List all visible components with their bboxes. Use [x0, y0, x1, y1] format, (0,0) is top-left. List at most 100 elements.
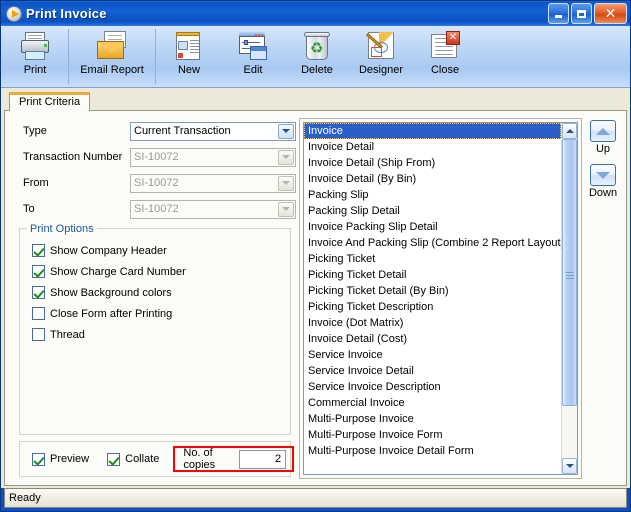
checkbox-row-thread[interactable]: Thread: [32, 324, 290, 345]
copies-highlight-box: No. of copies 2: [173, 446, 295, 472]
checkbox-row-show-background-colors[interactable]: Show Background colors: [32, 282, 290, 303]
print-options-title: Print Options: [27, 223, 97, 235]
field-row-to: To SI-10072: [11, 196, 296, 222]
report-list-item[interactable]: Commercial Invoice: [304, 395, 561, 411]
report-list-item[interactable]: Picking Ticket Description: [304, 299, 561, 315]
report-list-item[interactable]: Invoice And Packing Slip (Combine 2 Repo…: [304, 235, 561, 251]
checkbox-show-background-colors[interactable]: [32, 286, 45, 299]
report-list-item[interactable]: Invoice: [304, 123, 561, 139]
combo-transaction-number-value: SI-10072: [134, 151, 179, 163]
label-no-of-copies: No. of copies: [183, 447, 216, 471]
report-list-item[interactable]: Picking Ticket Detail: [304, 267, 561, 283]
tab-strip: Print Criteria: [4, 92, 627, 111]
report-list-item[interactable]: Multi-Purpose Invoice Detail Form: [304, 443, 561, 459]
report-list-scrollbar[interactable]: [561, 123, 577, 474]
tab-print-criteria[interactable]: Print Criteria: [9, 92, 91, 111]
report-list-item[interactable]: Invoice (Dot Matrix): [304, 315, 561, 331]
report-list-items[interactable]: Invoice Invoice Detail Invoice Detail (Shi…: [304, 123, 561, 474]
checkbox-row-show-company-header[interactable]: Show Company Header: [32, 240, 290, 261]
combo-type[interactable]: Current Transaction: [130, 121, 296, 141]
checkbox-show-charge-card-number[interactable]: [32, 265, 45, 278]
checkbox-close-form-after-printing[interactable]: [32, 307, 45, 320]
checkbox-preview[interactable]: [32, 452, 45, 466]
report-list-item[interactable]: Packing Slip Detail: [304, 203, 561, 219]
report-selection-panel: Invoice Invoice Detail Invoice Detail (Shi…: [296, 118, 620, 479]
scrollbar-track[interactable]: [562, 139, 577, 458]
designer-pencil-icon: [365, 30, 397, 62]
close-button[interactable]: ✕: [594, 3, 627, 24]
checkbox-row-collate[interactable]: Collate: [107, 449, 159, 470]
report-list-item[interactable]: Service Invoice Description: [304, 379, 561, 395]
report-list-item[interactable]: Picking Ticket Detail (By Bin): [304, 283, 561, 299]
label-from: From: [23, 177, 49, 189]
label-close-form-after-printing: Close Form after Printing: [50, 307, 173, 320]
report-list-item[interactable]: Invoice Detail: [304, 139, 561, 155]
label-show-charge-card-number: Show Charge Card Number: [50, 265, 186, 278]
report-list-item[interactable]: Invoice Detail (By Bin): [304, 171, 561, 187]
field-row-from: From SI-10072: [11, 170, 296, 196]
input-no-of-copies[interactable]: 2: [239, 449, 287, 469]
report-list-item[interactable]: Multi-Purpose Invoice Form: [304, 427, 561, 443]
arrow-down-icon: [596, 171, 610, 179]
report-list-item[interactable]: Packing Slip: [304, 187, 561, 203]
maximize-button[interactable]: [571, 3, 592, 24]
toolbar-button-email-report[interactable]: Email Report: [70, 26, 154, 87]
report-list-item[interactable]: Picking Ticket: [304, 251, 561, 267]
checkbox-thread[interactable]: [32, 328, 45, 341]
label-collate: Collate: [125, 453, 160, 465]
report-listbox[interactable]: Invoice Invoice Detail Invoice Detail (Shi…: [303, 122, 578, 475]
output-options-group: Preview Collate No. of copies 2: [19, 441, 295, 477]
chevron-down-icon: [278, 201, 294, 217]
combo-from-value: SI-10072: [134, 177, 179, 189]
move-up-button[interactable]: [590, 120, 616, 142]
toolbar: Print Email Report New Edit ♻ Delete Des…: [1, 26, 630, 88]
label-thread: Thread: [50, 328, 85, 341]
status-bar: Ready: [4, 488, 627, 508]
window-title: Print Invoice: [26, 6, 107, 21]
toolbar-button-close[interactable]: ✕ Close: [413, 26, 477, 87]
minimize-button[interactable]: [548, 3, 569, 24]
maximize-icon: [577, 9, 586, 18]
checkbox-show-company-header[interactable]: [32, 244, 45, 257]
chevron-down-icon: [278, 175, 294, 191]
move-down-button[interactable]: [590, 164, 616, 186]
label-show-company-header: Show Company Header: [50, 244, 167, 257]
checkbox-row-show-charge-card-number[interactable]: Show Charge Card Number: [32, 261, 290, 282]
toolbar-button-new[interactable]: New: [157, 26, 221, 87]
report-list-item[interactable]: Service Invoice: [304, 347, 561, 363]
report-list-item[interactable]: Invoice Detail (Ship From): [304, 155, 561, 171]
label-show-background-colors: Show Background colors: [50, 286, 172, 299]
field-row-transaction-number: Transaction Number SI-10072: [11, 144, 296, 170]
toolbar-button-delete[interactable]: ♻ Delete: [285, 26, 349, 87]
report-list-item[interactable]: Multi-Purpose Invoice: [304, 411, 561, 427]
report-list-item[interactable]: Service Invoice Detail: [304, 363, 561, 379]
toolbar-button-print[interactable]: Print: [3, 26, 67, 87]
scrollbar-grip-icon: [565, 272, 574, 273]
printer-icon: [19, 30, 51, 62]
combo-to-value: SI-10072: [134, 203, 179, 215]
checkbox-row-close-form-after-printing[interactable]: Close Form after Printing: [32, 303, 290, 324]
chevron-down-icon[interactable]: [278, 123, 294, 139]
scroll-up-icon[interactable]: [562, 123, 577, 139]
checkbox-row-preview[interactable]: Preview: [32, 449, 89, 470]
scrollbar-thumb[interactable]: [562, 139, 577, 406]
play-circle-icon: [6, 5, 22, 22]
toolbar-button-designer[interactable]: Designer: [349, 26, 413, 87]
arrow-up-icon: [596, 127, 610, 135]
envelope-icon: [96, 30, 128, 62]
label-to: To: [23, 203, 35, 215]
tab-label-print-criteria: Print Criteria: [19, 96, 81, 108]
tab-page-print-criteria: Type Current Transaction Transaction Num…: [4, 110, 627, 486]
report-list-item[interactable]: Invoice Detail (Cost): [304, 331, 561, 347]
toolbar-label-print: Print: [23, 64, 47, 76]
scroll-down-icon[interactable]: [562, 458, 577, 474]
minimize-icon: [555, 15, 562, 18]
toolbar-label-delete: Delete: [301, 64, 333, 76]
checkbox-collate[interactable]: [107, 452, 121, 466]
report-list-item[interactable]: Invoice Packing Slip Detail: [304, 219, 561, 235]
toolbar-button-edit[interactable]: Edit: [221, 26, 285, 87]
toolbar-separator: [155, 29, 156, 84]
title-bar: Print Invoice ✕: [1, 1, 630, 26]
print-invoice-window: Print Invoice ✕ Print Email Report New E…: [0, 0, 631, 512]
toolbar-label-email-report: Email Report: [80, 64, 144, 76]
